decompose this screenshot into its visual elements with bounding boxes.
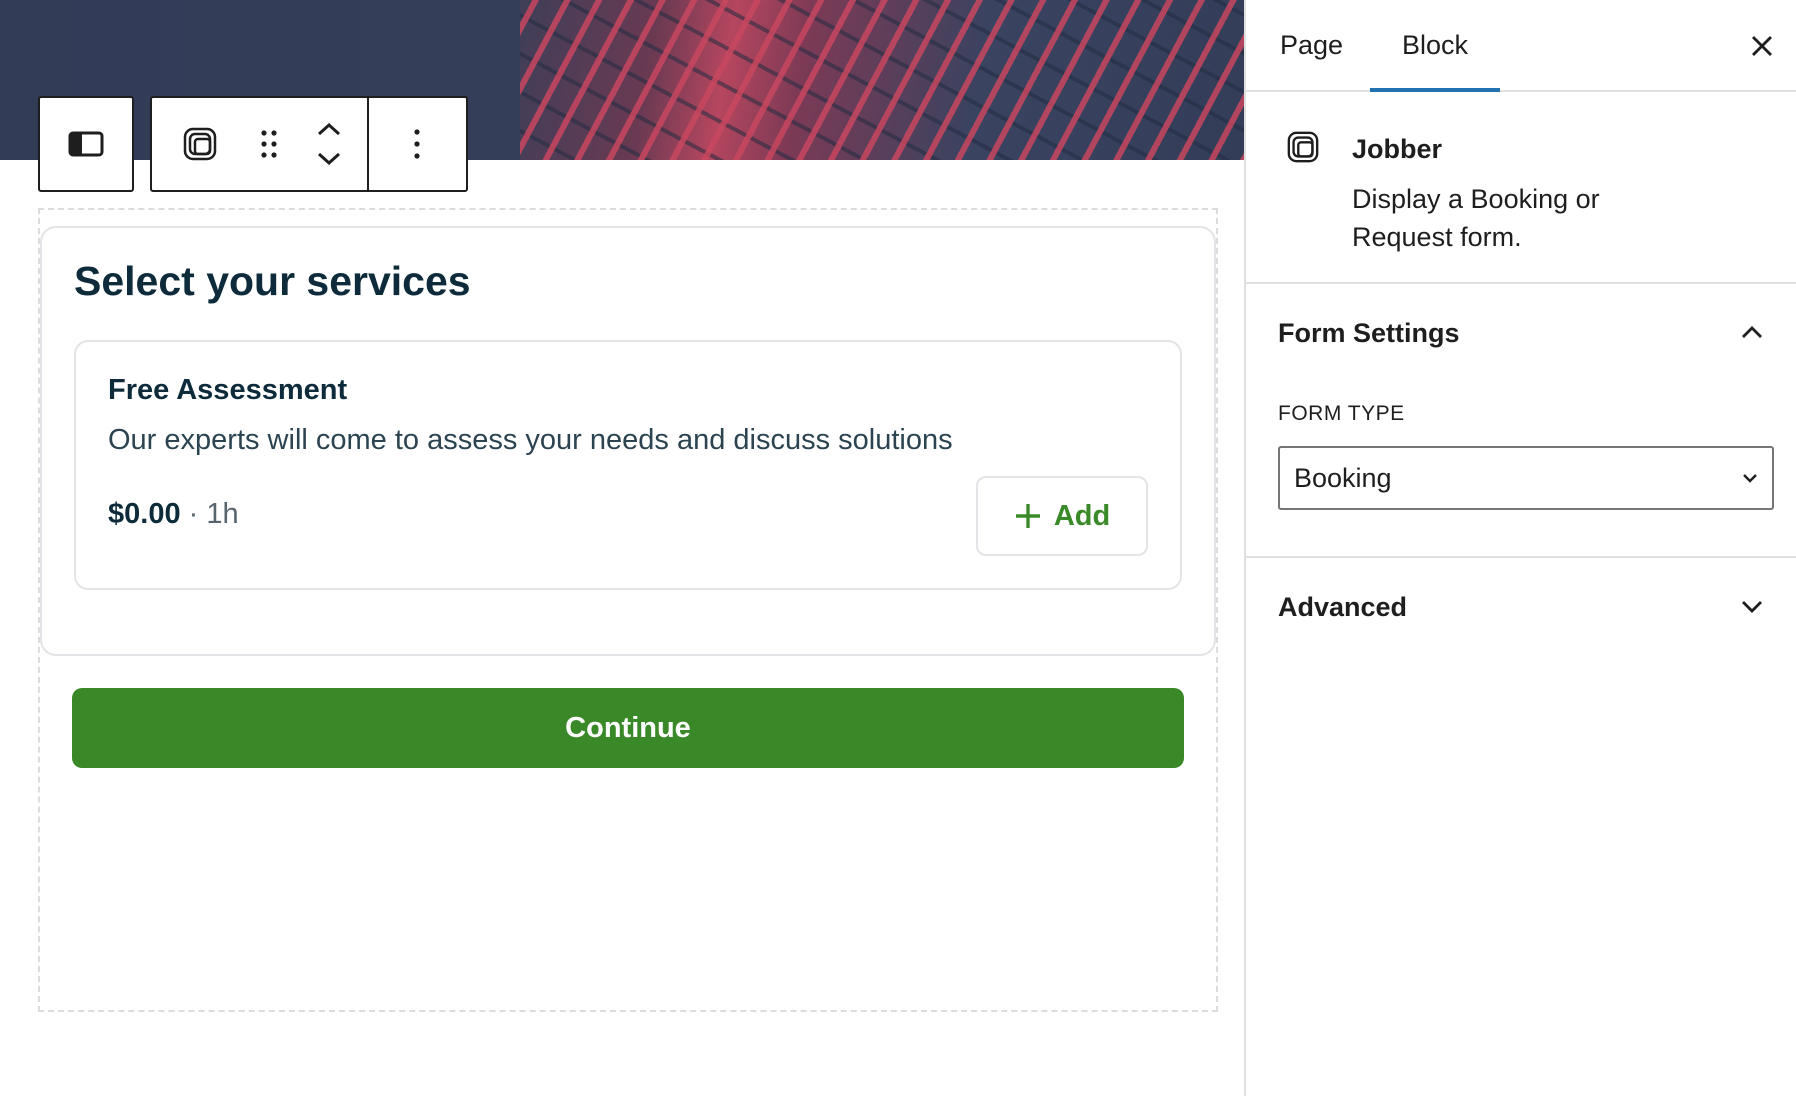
block-card-description: Display a Booking or Request form. [1352,184,1600,252]
more-options-icon [414,129,420,159]
chevron-down-icon [1743,474,1757,483]
service-duration: 1h [206,498,239,530]
add-service-label: Add [1053,499,1111,532]
block-card: Jobber Display a Booking or Request form… [1246,92,1796,284]
jobber-block-icon [183,127,216,161]
settings-sidebar: Page Block Jobber Display a Booking or R… [1244,0,1796,1096]
block-toolbar [150,96,468,192]
drag-handle-button[interactable] [247,98,291,190]
sidebar-toggle-button[interactable] [68,98,104,190]
service-price: $0.00 [108,498,181,530]
more-options-button[interactable] [369,98,466,190]
move-up-icon[interactable] [316,121,342,137]
form-settings-panel: Form Settings FORM TYPE Booking [1246,284,1796,558]
tab-block[interactable]: Block [1370,0,1500,92]
continue-button[interactable]: Continue [72,688,1184,768]
service-description: Our experts will come to assess your nee… [108,424,953,456]
move-down-icon[interactable] [316,151,342,167]
close-sidebar-button[interactable] [1742,26,1782,66]
service-name: Free Assessment [108,374,348,406]
sidebar-header: Page Block [1246,0,1796,92]
block-toolbar-parent [38,96,134,192]
chevron-down-icon [1742,601,1762,613]
add-service-button[interactable]: Add [976,476,1148,556]
form-settings-title[interactable]: Form Settings [1278,318,1460,349]
block-type-button[interactable] [152,98,247,190]
plus-icon [1015,504,1040,528]
form-type-label: FORM TYPE [1278,402,1405,425]
price-separator: · [180,498,207,530]
form-type-select[interactable]: Booking [1278,446,1774,510]
form-type-value: Booking [1294,462,1392,493]
service-price-line: $0.00 · 1h [108,498,239,531]
form-settings-toggle[interactable] [1732,312,1772,352]
block-card-title: Jobber [1352,134,1443,164]
chevron-up-icon [1742,326,1762,338]
advanced-title[interactable]: Advanced [1278,592,1407,623]
advanced-panel: Advanced [1246,558,1796,654]
tab-page[interactable]: Page [1280,0,1343,90]
close-icon [1752,36,1772,56]
editor-canvas: Select your services Free Assessment Our… [0,0,1244,1096]
drag-handle-icon [261,130,277,158]
mover-buttons [291,98,367,190]
advanced-toggle[interactable] [1732,586,1772,626]
jobber-block-icon [1287,131,1319,163]
services-title: Select your services [74,258,471,304]
tab-block-label: Block [1401,29,1469,60]
sidebar-toggle-icon [68,131,104,157]
